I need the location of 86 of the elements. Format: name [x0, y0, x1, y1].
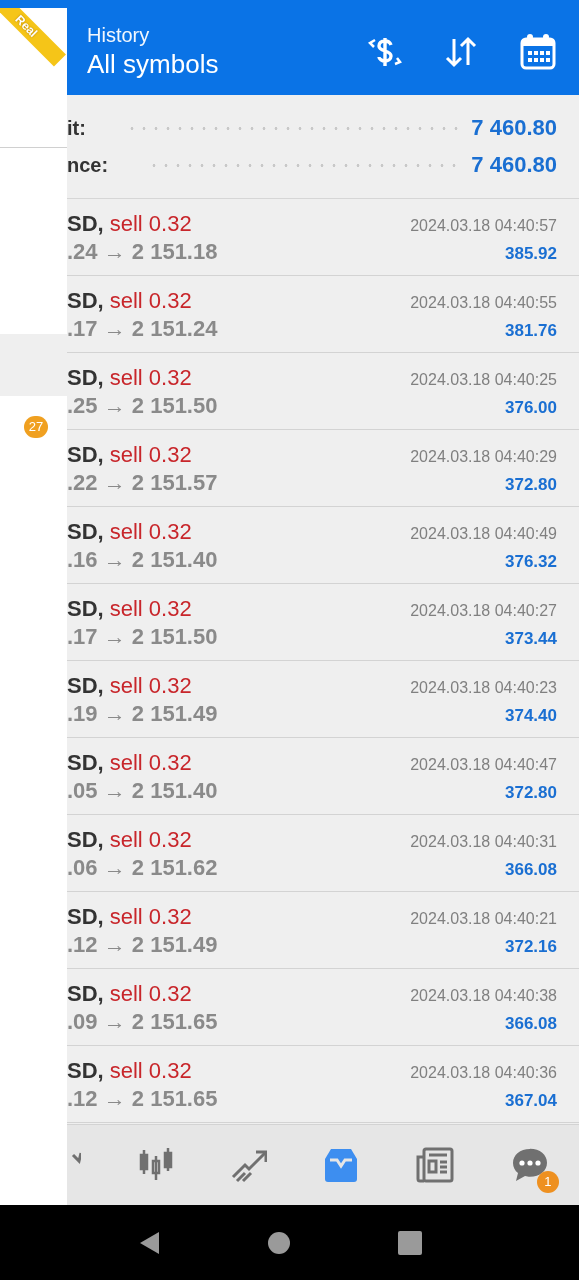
profit-value: 367.04	[505, 1091, 557, 1111]
symbol-label: SD,	[67, 596, 104, 622]
profit-value: 366.08	[505, 1014, 557, 1034]
trade-time: 2024.03.18 04:40:27	[410, 602, 557, 620]
trade-time: 2024.03.18 04:40:31	[410, 833, 557, 851]
trade-row[interactable]: SD, sell 0.32 2024.03.18 04:40:36 .12 → 2 151.65 367.04	[67, 1046, 579, 1123]
trade-row[interactable]: SD, sell 0.32 2024.03.18 04:40:25 .25 → 2 151.50 376.00	[67, 353, 579, 430]
trade-row[interactable]: SD, sell 0.32 2024.03.18 04:40:57 .24 → 2 151.18 385.92	[67, 199, 579, 276]
summary-value: 7 460.80	[471, 115, 557, 141]
trade-time: 2024.03.18 04:40:47	[410, 756, 557, 774]
symbol-label: SD,	[67, 827, 104, 853]
symbol-label: SD,	[67, 365, 104, 391]
trade-time: 2024.03.18 04:40:55	[410, 294, 557, 312]
recents-icon[interactable]	[397, 1230, 422, 1255]
order-label: sell 0.32	[109, 673, 192, 699]
price-range: .24 → 2 151.18	[67, 239, 218, 265]
summary-label: nce:	[67, 153, 109, 177]
price-range: .22 → 2 151.57	[67, 470, 218, 496]
symbol-label: SD,	[67, 211, 104, 237]
trade-row[interactable]: SD, sell 0.32 2024.03.18 04:40:55 .17 → 2 151.24 381.76	[67, 276, 579, 353]
price-range: .05 → 2 151.40	[67, 778, 218, 804]
order-label: sell 0.32	[109, 365, 192, 391]
symbol-label: SD,	[67, 981, 104, 1007]
order-label: sell 0.32	[109, 1058, 192, 1084]
order-label: sell 0.32	[109, 750, 192, 776]
profit-value: 381.76	[505, 321, 557, 341]
profit-value: 372.80	[505, 475, 557, 495]
symbol-label: SD,	[67, 673, 104, 699]
profit-value: 372.16	[505, 937, 557, 957]
calendar-icon[interactable]	[519, 32, 557, 71]
trade-time: 2024.03.18 04:40:25	[410, 371, 557, 389]
trade-time: 2024.03.18 04:40:49	[410, 525, 557, 543]
symbol-label: SD,	[67, 288, 104, 314]
screen-title: History	[87, 23, 151, 47]
trade-time: 2024.03.18 04:40:57	[410, 217, 557, 235]
order-label: sell 0.32	[109, 827, 192, 853]
symbol-label: SD,	[67, 904, 104, 930]
profit-value: 376.32	[505, 552, 557, 572]
price-range: .17 → 2 151.50	[67, 624, 218, 650]
symbol-label: SD,	[67, 519, 104, 545]
order-label: sell 0.32	[109, 288, 192, 314]
home-icon[interactable]	[267, 1231, 290, 1254]
notification-badge: 1	[537, 1171, 559, 1193]
candlestick-icon[interactable]	[137, 1147, 174, 1183]
trade-row[interactable]: SD, sell 0.32 2024.03.18 04:40:49 .16 → 2 151.40 376.32	[67, 507, 579, 584]
price-range: .25 → 2 151.50	[67, 393, 218, 419]
symbol-label: SD,	[67, 1058, 104, 1084]
order-label: sell 0.32	[109, 211, 192, 237]
count-badge: 27	[24, 416, 48, 438]
price-range: .12 → 2 151.49	[67, 932, 218, 958]
symbol-label: SD,	[67, 442, 104, 468]
trade-row[interactable]: SD, sell 0.32 2024.03.18 04:40:21 .12 → 2 151.49 372.16	[67, 892, 579, 969]
profit-value: 376.00	[505, 398, 557, 418]
trade-row[interactable]: SD, sell 0.32 2024.03.18 04:40:31 .06 → 2 151.62 366.08	[67, 815, 579, 892]
profit-value: 373.44	[505, 629, 557, 649]
price-range: .17 → 2 151.24	[67, 316, 218, 342]
trade-row[interactable]: SD, sell 0.32 2024.03.18 04:40:38 .09 → 2 151.65 366.08	[67, 969, 579, 1046]
symbol-filter[interactable]: All symbols	[87, 48, 367, 80]
trade-row[interactable]: SD, sell 0.32 2024.03.18 04:40:23 .19 → 2 151.49 374.40	[67, 661, 579, 738]
price-range: .09 → 2 151.65	[67, 1009, 218, 1035]
symbol-label: SD,	[67, 750, 104, 776]
price-range: .16 → 2 151.40	[67, 547, 218, 573]
trade-time: 2024.03.18 04:40:36	[410, 1064, 557, 1082]
summary-value: 7 460.80	[471, 152, 557, 178]
profit-value: 385.92	[505, 244, 557, 264]
price-range: .19 → 2 151.49	[67, 701, 218, 727]
trade-time: 2024.03.18 04:40:38	[410, 987, 557, 1005]
order-label: sell 0.32	[109, 904, 192, 930]
summary-label: it:	[67, 116, 86, 140]
price-range: .06 → 2 151.62	[67, 855, 218, 881]
order-label: sell 0.32	[109, 442, 192, 468]
newspaper-icon[interactable]	[416, 1147, 455, 1183]
trade-time: 2024.03.18 04:40:23	[410, 679, 557, 697]
order-label: sell 0.32	[109, 519, 192, 545]
trade-row[interactable]: SD, sell 0.32 2024.03.18 04:40:29 .22 → 2 151.57 372.80	[67, 430, 579, 507]
trade-time: 2024.03.18 04:40:21	[410, 910, 557, 928]
trade-time: 2024.03.18 04:40:29	[410, 448, 557, 466]
price-range: .12 → 2 151.65	[67, 1086, 218, 1112]
order-label: sell 0.32	[109, 981, 192, 1007]
profit-value: 374.40	[505, 706, 557, 726]
trade-row[interactable]: SD, sell 0.32 2024.03.18 04:40:27 .17 → 2 151.50 373.44	[67, 584, 579, 661]
inbox-tray-icon[interactable]	[323, 1147, 360, 1183]
trade-row[interactable]: SD, sell 0.32 2024.03.18 04:40:47 .05 → 2 151.40 372.80	[67, 738, 579, 815]
order-label: sell 0.32	[109, 596, 192, 622]
profit-value: 372.80	[505, 783, 557, 803]
profit-value: 366.08	[505, 860, 557, 880]
